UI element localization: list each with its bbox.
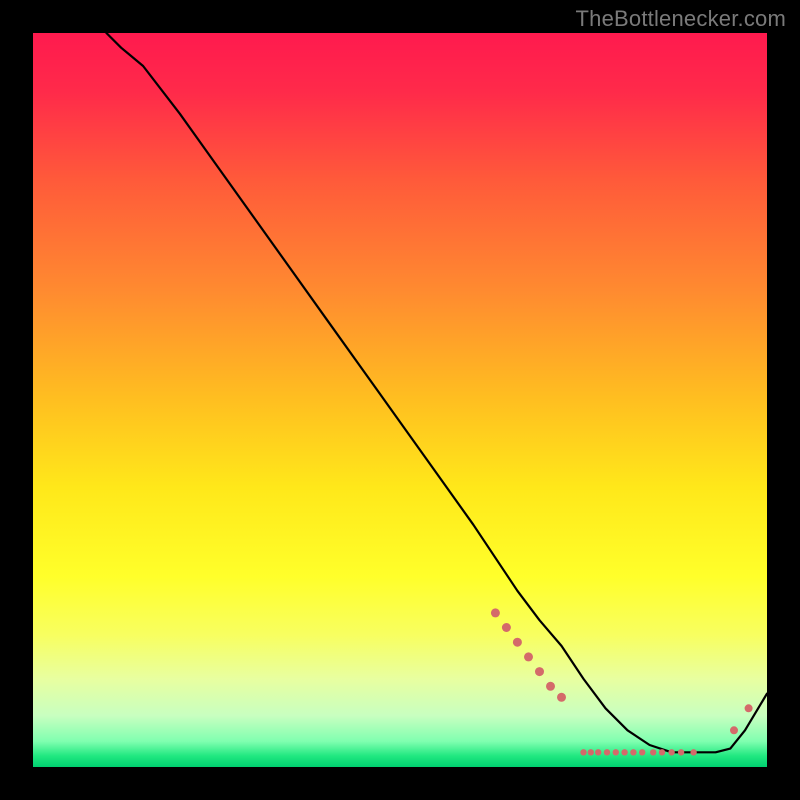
gradient-background: [33, 33, 767, 767]
chart-stage: TheBottlenecker.com: [0, 0, 800, 800]
data-marker: [690, 749, 696, 755]
data-marker: [513, 638, 522, 647]
data-marker: [630, 749, 636, 755]
data-marker: [502, 623, 511, 632]
data-marker: [639, 749, 645, 755]
chart-svg: [33, 33, 767, 767]
data-marker: [595, 749, 601, 755]
plot-area: [33, 33, 767, 767]
data-marker: [535, 667, 544, 676]
data-marker: [745, 704, 753, 712]
data-marker: [621, 749, 627, 755]
data-marker: [659, 749, 665, 755]
data-marker: [650, 749, 656, 755]
data-marker: [580, 749, 586, 755]
data-marker: [588, 749, 594, 755]
data-marker: [546, 682, 555, 691]
watermark-text: TheBottlenecker.com: [576, 6, 786, 32]
data-marker: [557, 693, 566, 702]
data-marker: [678, 749, 684, 755]
data-marker: [668, 749, 674, 755]
data-marker: [604, 749, 610, 755]
data-marker: [491, 608, 500, 617]
data-marker: [524, 652, 533, 661]
data-marker: [613, 749, 619, 755]
data-marker: [730, 726, 738, 734]
